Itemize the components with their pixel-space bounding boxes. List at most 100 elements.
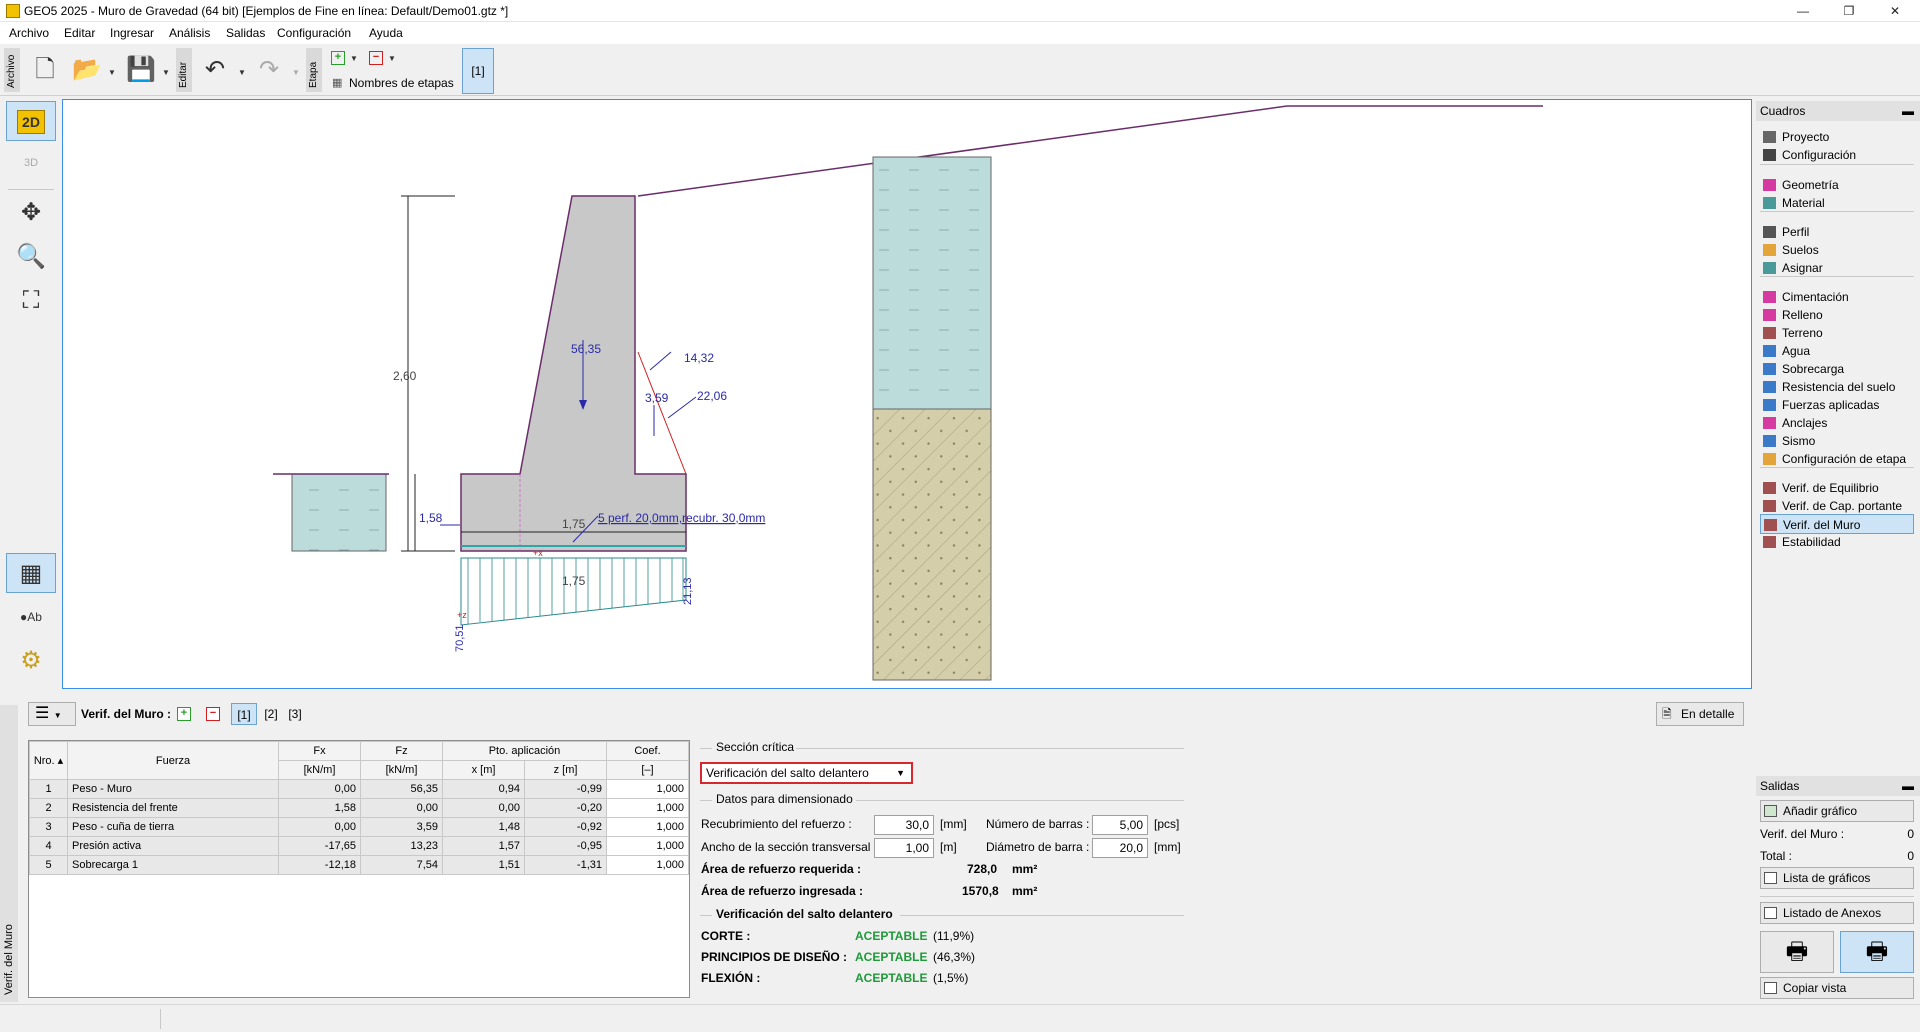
sidebar-item-project[interactable]: Proyecto bbox=[1760, 127, 1914, 147]
zoom-icon[interactable]: 🔍 bbox=[6, 237, 56, 277]
cell-coef[interactable]: 1,000 bbox=[606, 779, 689, 799]
add-graphic-button[interactable]: Añadir gráfico bbox=[1760, 800, 1914, 822]
col-coef[interactable]: Coef. bbox=[606, 741, 689, 761]
remove-verification-icon[interactable]: − bbox=[206, 707, 220, 721]
verification-tab-2[interactable]: [2] bbox=[261, 703, 281, 725]
settings-gear-icon[interactable]: ⚙ bbox=[6, 641, 56, 681]
col-nro[interactable]: Nro. ▴ bbox=[29, 741, 68, 780]
sidebar-item-foundation[interactable]: Cimentación bbox=[1760, 287, 1914, 307]
cell-coef[interactable]: 1,000 bbox=[606, 817, 689, 837]
sidebar-item-bearing[interactable]: Verif. de Cap. portante bbox=[1760, 496, 1914, 516]
graphics-list-button[interactable]: Lista de gráficos bbox=[1760, 867, 1914, 889]
redo-icon[interactable]: ↷ bbox=[254, 55, 284, 85]
drawing-canvas[interactable]: 2,60 56,35 14,32 22,06 3,59 1,58 1,75 5 … bbox=[62, 99, 1752, 689]
bars-input[interactable]: 5,00 bbox=[1092, 815, 1148, 835]
sidebar-item-backfill[interactable]: Relleno bbox=[1760, 305, 1914, 325]
menu-ingresar[interactable]: Ingresar bbox=[110, 26, 154, 40]
print-preview-icon[interactable]: 🖶 bbox=[1840, 931, 1914, 973]
add-verification-icon[interactable]: + bbox=[177, 707, 191, 721]
menu-configuracion[interactable]: Configuración bbox=[277, 26, 351, 40]
sidebar-item-anchors[interactable]: Anclajes bbox=[1760, 413, 1914, 433]
table-row[interactable]: 3 Peso - cuña de tierra 0,00 3,59 1,48 -0,92 1… bbox=[29, 817, 689, 837]
menu-archivo[interactable]: Archivo bbox=[9, 26, 49, 40]
undo-dropdown-icon[interactable]: ▼ bbox=[238, 68, 246, 77]
sidebar-item-applied-forces[interactable]: Fuerzas aplicadas bbox=[1760, 395, 1914, 415]
cell-coef[interactable]: 1,000 bbox=[606, 836, 689, 856]
cell-coef[interactable]: 1,000 bbox=[606, 855, 689, 875]
collapse-icon[interactable]: ▬ bbox=[1902, 776, 1914, 796]
sidebar-item-water[interactable]: Agua bbox=[1760, 341, 1914, 361]
view-2d-button[interactable]: 2D bbox=[6, 101, 56, 141]
pan-icon[interactable]: ✥ bbox=[6, 193, 56, 233]
menu-analisis[interactable]: Análisis bbox=[169, 26, 210, 40]
view-3d-button[interactable]: 3D bbox=[6, 143, 56, 183]
sidebar-item-soils[interactable]: Suelos bbox=[1760, 240, 1914, 260]
forces-table[interactable]: Nro. ▴ Fuerza Fx Fz Pto. aplicación Coef… bbox=[28, 740, 690, 998]
minimize-button[interactable]: — bbox=[1780, 0, 1826, 22]
sidebar-item-soil-resistance[interactable]: Resistencia del suelo bbox=[1760, 377, 1914, 397]
table-row[interactable]: 4 Presión activa -17,65 13,23 1,57 -0,95 1,000 bbox=[29, 836, 689, 856]
ing-area-label: Área de refuerzo ingresada : bbox=[701, 884, 864, 898]
verification-tab-1[interactable]: [1] bbox=[231, 703, 257, 725]
sidebar-item-earthquake[interactable]: Sismo bbox=[1760, 431, 1914, 451]
width-input[interactable]: 1,00 bbox=[874, 838, 934, 858]
sidebar-item-stability[interactable]: Estabilidad bbox=[1760, 532, 1914, 552]
open-file-icon[interactable]: 📂 bbox=[72, 55, 102, 85]
print-icon[interactable]: 🖶 bbox=[1760, 931, 1834, 973]
new-file-icon[interactable]: 🗋 bbox=[30, 55, 60, 85]
cell-coef[interactable]: 1,000 bbox=[606, 798, 689, 818]
add-graphic-icon bbox=[1764, 805, 1777, 817]
sidebar-item-profile[interactable]: Perfil bbox=[1760, 222, 1914, 242]
result-percentage: (1,5%) bbox=[933, 971, 969, 985]
stage-names-button[interactable]: Nombres de etapas bbox=[349, 76, 454, 90]
en-detalle-button[interactable]: 🗎 En detalle bbox=[1656, 702, 1744, 726]
stage-1-button[interactable]: [1] bbox=[462, 48, 494, 94]
sidebar-item-gear[interactable]: Configuración bbox=[1760, 145, 1914, 165]
redo-dropdown-icon[interactable]: ▼ bbox=[292, 68, 300, 77]
collapse-icon[interactable]: ▬ bbox=[1902, 101, 1914, 121]
open-dropdown-icon[interactable]: ▼ bbox=[108, 68, 116, 77]
menu-salidas[interactable]: Salidas bbox=[226, 26, 265, 40]
annex-list-button[interactable]: Listado de Anexos bbox=[1760, 902, 1914, 924]
menu-ayuda[interactable]: Ayuda bbox=[369, 26, 403, 40]
add-stage-dropdown-icon[interactable]: ▼ bbox=[350, 54, 358, 63]
remove-stage-icon[interactable]: − bbox=[369, 51, 383, 65]
save-dropdown-icon[interactable]: ▼ bbox=[162, 68, 170, 77]
verification-tab-3[interactable]: [3] bbox=[285, 703, 305, 725]
table-row[interactable]: 1 Peso - Muro 0,00 56,35 0,94 -0,99 1,000 bbox=[29, 779, 689, 799]
sidebar-item-wall-check[interactable]: Verif. del Muro bbox=[1760, 514, 1914, 534]
col-fz[interactable]: Fz bbox=[360, 741, 443, 761]
sidebar-item-assign[interactable]: Asignar bbox=[1760, 258, 1914, 278]
restore-button[interactable]: ❐ bbox=[1826, 0, 1872, 22]
diam-input[interactable]: 20,0 bbox=[1092, 838, 1148, 858]
list-menu-button[interactable]: ☰ ▼ bbox=[28, 702, 76, 726]
req-area-value: 728,0 bbox=[967, 862, 998, 876]
save-icon[interactable]: 💾 bbox=[126, 55, 156, 85]
add-stage-icon[interactable]: + bbox=[331, 51, 345, 65]
close-button[interactable]: ✕ bbox=[1872, 0, 1918, 22]
sidebar-item-geometry[interactable]: Geometría bbox=[1760, 175, 1914, 195]
cover-input[interactable]: 30,0 bbox=[874, 815, 934, 835]
sidebar-item-label: Anclajes bbox=[1782, 416, 1828, 430]
sidebar-item-material[interactable]: Material bbox=[1760, 193, 1914, 213]
sidebar-item-terrain[interactable]: Terreno bbox=[1760, 323, 1914, 343]
zoom-extents-icon[interactable]: ⛶ bbox=[6, 281, 56, 321]
menu-editar[interactable]: Editar bbox=[64, 26, 95, 40]
stress-left-label: 70,51 bbox=[454, 624, 466, 652]
remove-stage-dropdown-icon[interactable]: ▼ bbox=[388, 54, 396, 63]
stage-settings-icon bbox=[1763, 453, 1776, 465]
sidebar-item-stage-settings[interactable]: Configuración de etapa bbox=[1760, 449, 1914, 469]
styles-icon[interactable]: ●Ab bbox=[6, 597, 56, 637]
table-row[interactable]: 5 Sobrecarga 1 -12,18 7,54 1,51 -1,31 1,000 bbox=[29, 855, 689, 875]
col-pto-aplicacion[interactable]: Pto. aplicación bbox=[442, 741, 607, 761]
undo-icon[interactable]: ↶ bbox=[200, 55, 230, 85]
table-view-icon[interactable]: ▦ bbox=[6, 553, 56, 593]
copy-view-button[interactable]: Copiar vista bbox=[1760, 977, 1914, 999]
critical-section-select[interactable]: Verificación del salto delantero ▼ bbox=[700, 762, 913, 784]
col-fx[interactable]: Fx bbox=[278, 741, 361, 761]
cell-x: 1,48 bbox=[442, 817, 525, 837]
col-fuerza[interactable]: Fuerza bbox=[67, 741, 279, 780]
sidebar-item-surcharge[interactable]: Sobrecarga bbox=[1760, 359, 1914, 379]
table-row[interactable]: 2 Resistencia del frente 1,58 0,00 0,00 -0,20… bbox=[29, 798, 689, 818]
sidebar-item-equilibrium[interactable]: Verif. de Equilibrio bbox=[1760, 478, 1914, 498]
